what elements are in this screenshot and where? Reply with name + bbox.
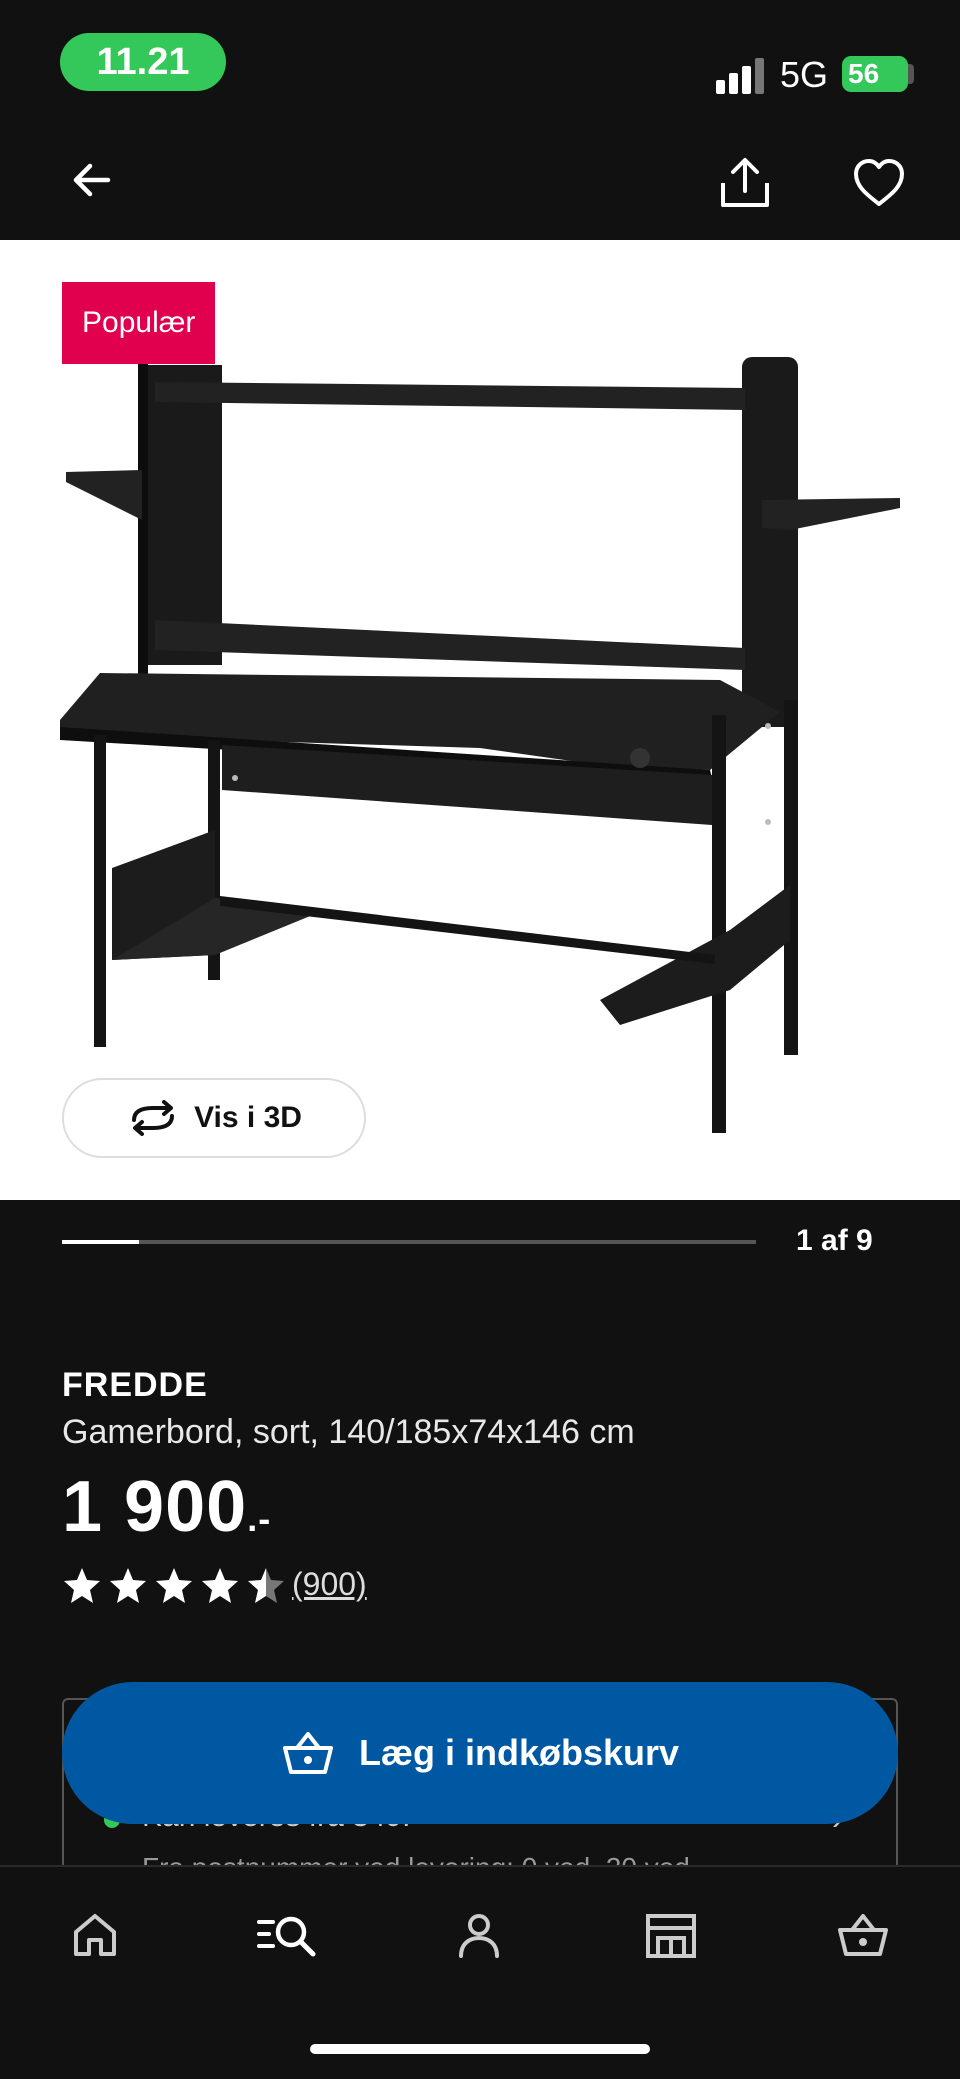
search-icon: [257, 1916, 316, 1957]
nav-store[interactable]: [626, 1895, 716, 1975]
star-icon: [110, 1568, 146, 1603]
nav-home[interactable]: [50, 1895, 140, 1975]
back-arrow-icon: [73, 163, 111, 197]
reviews-count-link[interactable]: (900): [292, 1566, 367, 1603]
signal-icon: [716, 58, 764, 94]
view-3d-label: Vis i 3D: [194, 1101, 302, 1134]
network-label: 5G: [780, 54, 829, 95]
share-icon: [721, 158, 769, 207]
product-description: Gamerbord, sort, 140/185x74x146 cm: [62, 1413, 635, 1451]
popular-badge: Populær: [62, 282, 216, 364]
gallery-progress-track: [62, 1240, 756, 1244]
star-icon: [248, 1568, 284, 1603]
add-to-cart-label: Læg i indkøbskurv: [358, 1732, 680, 1773]
cart-icon: [282, 1732, 333, 1774]
store-icon: [646, 1914, 696, 1958]
favorite-button[interactable]: [846, 150, 912, 216]
profile-icon: [459, 1914, 499, 1958]
back-button[interactable]: [62, 150, 122, 210]
gallery-progress-fill: [62, 1240, 139, 1244]
share-button[interactable]: [712, 150, 778, 216]
cart-icon: [838, 1914, 888, 1956]
price-suffix: .-: [247, 1498, 272, 1539]
battery-tip: [908, 64, 914, 84]
home-indicator: [310, 2044, 650, 2054]
star-icon: [202, 1568, 238, 1603]
add-to-cart-button[interactable]: Læg i indkøbskurv: [62, 1682, 898, 1824]
product-image-area[interactable]: [0, 240, 960, 1200]
star-icon: [156, 1568, 192, 1603]
heart-icon: [854, 159, 904, 206]
product-image: [60, 357, 900, 1133]
battery-icon: 56: [842, 56, 908, 92]
gallery-counter: 1 af 9: [796, 1224, 873, 1257]
view-3d-button[interactable]: Vis i 3D: [62, 1078, 366, 1158]
price-value: 1 900: [62, 1467, 248, 1547]
battery-level: 56: [848, 58, 880, 89]
nav-search[interactable]: [242, 1895, 332, 1975]
rotate-icon: [132, 1100, 175, 1136]
nav-profile[interactable]: [434, 1895, 524, 1975]
product-price: 1 900.-: [62, 1466, 271, 1548]
rating-stars[interactable]: [62, 1566, 286, 1606]
star-icon: [64, 1568, 100, 1603]
nav-cart[interactable]: [818, 1895, 908, 1975]
status-time: 11.21: [60, 33, 226, 91]
home-icon: [74, 1914, 116, 1956]
product-name: FREDDE: [62, 1366, 208, 1404]
